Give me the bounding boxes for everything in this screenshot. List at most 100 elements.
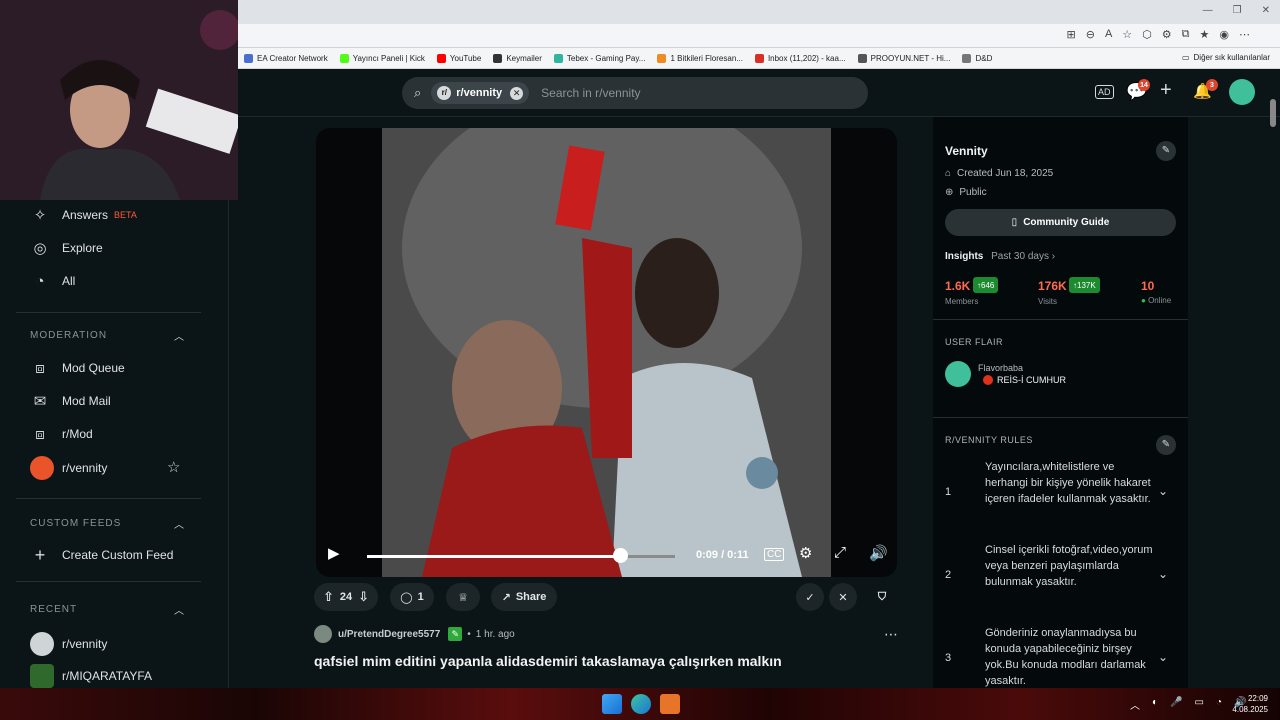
rule-item[interactable]: 1 Yayıncılara,whitelistlere ve herhangi …	[945, 459, 1178, 529]
bookmark-item[interactable]: Keymailer	[493, 53, 542, 63]
minimize-icon[interactable]: —	[1203, 5, 1213, 16]
bookmark-item[interactable]: Tebex - Gaming Pay...	[553, 53, 645, 63]
chevron-down-icon[interactable]: ⌄	[1158, 567, 1168, 581]
bookmark-item[interactable]: 1 Bitkileri Floresan...	[657, 53, 743, 63]
award-icon: ♕	[458, 591, 468, 604]
scrollbar-thumb[interactable]	[1270, 99, 1276, 127]
rule-text: Yayıncılara,whitelistlere ve herhangi bi…	[985, 461, 1151, 505]
search-bar[interactable]: ⌕ r/ r/vennity ✕ Search in r/vennity	[402, 77, 868, 109]
page-scrollbar[interactable]	[1266, 99, 1280, 688]
nav-explore[interactable]: ◎ Explore	[30, 238, 102, 258]
bookmark-item[interactable]: Inbox (11,202) - kaa...	[754, 53, 846, 63]
search-icon: ⌕	[414, 85, 422, 100]
app-icon[interactable]	[660, 694, 680, 714]
nav-answers[interactable]: ✧ Answers BETA	[30, 205, 137, 225]
windows-start-icon[interactable]	[602, 694, 622, 714]
more-menu-icon[interactable]: ⋯	[1239, 28, 1250, 41]
remove-button[interactable]: ✕	[829, 583, 857, 611]
zoom-icon[interactable]: ⊖	[1086, 28, 1095, 41]
captions-icon[interactable]: CC	[764, 548, 785, 561]
other-bookmarks[interactable]: ▭ Diğer sık kullanılanlar	[1182, 53, 1270, 62]
post-title[interactable]: qafsiel mim editini yapanla alidasdemiri…	[314, 653, 914, 669]
microphone-icon[interactable]: 🎤	[1170, 697, 1182, 712]
notification-badge: 3	[1206, 79, 1218, 91]
bookmark-favicon-icon	[962, 53, 972, 63]
upvote-icon[interactable]: ⇧	[323, 589, 334, 605]
favorite-star-icon[interactable]: ☆	[1122, 28, 1132, 41]
fullscreen-icon[interactable]: ⤢	[834, 544, 846, 561]
bookmark-item[interactable]: EA Creator Network	[244, 53, 328, 63]
apps-icon[interactable]: ⊞	[1067, 28, 1076, 41]
edit-pencil-icon[interactable]: ✎	[1156, 141, 1176, 161]
extensions-icon[interactable]: ⚙	[1162, 28, 1172, 41]
read-aloud-icon[interactable]: A	[1105, 28, 1112, 41]
nav-mod-queue[interactable]: ⧈ Mod Queue	[30, 358, 125, 378]
tray-app-icon[interactable]: ◐	[1152, 697, 1158, 712]
split-screen-icon[interactable]: ⧉	[1182, 28, 1190, 41]
edit-pencil-icon[interactable]: ✎	[1156, 435, 1176, 455]
close-window-icon[interactable]: ✕	[1262, 5, 1270, 16]
favorites-icon[interactable]: ★	[1200, 28, 1210, 41]
bookmark-item[interactable]: D&D	[962, 53, 992, 63]
custom-feeds-heading: CUSTOM FEEDS	[30, 518, 122, 529]
chevron-down-icon[interactable]: ⌄	[1158, 650, 1168, 664]
video-scrubber[interactable]	[612, 548, 628, 563]
recent-item-vennity[interactable]: r/vennity	[30, 632, 107, 656]
chevron-up-icon[interactable]: ︿	[174, 602, 184, 617]
chevron-up-icon[interactable]: ︿	[174, 328, 184, 343]
settings-gear-icon[interactable]: ⚙	[799, 544, 812, 562]
nav-r-vennity[interactable]: r/vennity	[30, 456, 107, 480]
post-overflow-icon[interactable]: ⋯	[884, 626, 898, 643]
post-author[interactable]: u/PretendDegree5577	[338, 629, 440, 640]
extension-icon[interactable]: ⬡	[1142, 28, 1152, 41]
recent-item-miqaratayfa[interactable]: r/MIQARATAYFA	[30, 664, 152, 688]
post-age: 1 hr. ago	[475, 628, 515, 640]
favorite-star-icon[interactable]: ☆	[167, 458, 180, 476]
online-dot-icon: ●	[1141, 296, 1146, 305]
restore-icon[interactable]: ❐	[1233, 5, 1242, 16]
chevron-up-icon[interactable]: ︿	[1130, 697, 1140, 712]
chevron-up-icon[interactable]: ︿	[174, 516, 184, 531]
rule-item[interactable]: 2 Cinsel içerikli fotoğraf,video,yorum v…	[945, 542, 1178, 612]
nav-mod-queue-label: Mod Queue	[62, 361, 125, 375]
created-date: Created Jun 18, 2025	[957, 168, 1054, 179]
bookmark-item[interactable]: Yayıncı Paneli | Kick	[339, 53, 425, 63]
create-post-icon[interactable]: +	[1160, 79, 1172, 102]
nav-r-mod[interactable]: ⧈ r/Mod	[30, 424, 92, 444]
tray-clock[interactable]: 22:09 4.08.2025	[1232, 693, 1268, 715]
bookmark-item[interactable]: PROOYUN.NET - Hi...	[857, 53, 950, 63]
insights-row[interactable]: Insights Past 30 days ›	[945, 251, 1055, 262]
subreddit-search-chip[interactable]: r/ r/vennity ✕	[431, 82, 530, 104]
bookmark-item[interactable]: YouTube	[436, 53, 482, 63]
bookmark-favicon-icon	[857, 53, 867, 63]
community-guide-button[interactable]: ▯ Community Guide	[945, 209, 1176, 236]
nav-all[interactable]: ◔ All	[30, 271, 75, 291]
edge-browser-icon[interactable]	[631, 694, 651, 714]
chevron-down-icon[interactable]: ⌄	[1158, 484, 1168, 498]
bookmarks-bar: EA Creator Network Yayıncı Paneli | Kick Y…	[238, 48, 1280, 69]
play-icon[interactable]: ▶	[328, 544, 340, 562]
video-progress-track[interactable]	[367, 555, 675, 558]
bookmark-label: YouTube	[449, 53, 482, 63]
clear-chip-icon[interactable]: ✕	[510, 86, 524, 100]
mod-shield-button[interactable]: ⛉	[868, 583, 896, 611]
user-avatar[interactable]	[1229, 79, 1255, 105]
nav-mod-mail[interactable]: ✉ Mod Mail	[30, 391, 111, 411]
video-player[interactable]: ▶ 0:09 / 0:11 CC ⚙ ⤢ 🔊	[316, 128, 897, 577]
rule-item[interactable]: 3 Gönderiniz onaylanmadıysa bu konuda ya…	[945, 625, 1178, 688]
ad-icon[interactable]: AD	[1095, 85, 1114, 99]
create-custom-feed[interactable]: + Create Custom Feed	[30, 545, 174, 565]
profile-icon[interactable]: ◉	[1219, 28, 1229, 41]
downvote-icon[interactable]: ⇩	[358, 589, 369, 605]
volume-icon[interactable]: 🔊	[869, 544, 888, 562]
author-avatar[interactable]	[314, 625, 332, 643]
comment-icon: ◯	[400, 591, 413, 604]
flair-tag[interactable]: REİS-İ CUMHUR	[983, 375, 1066, 385]
award-button[interactable]: ♕	[446, 583, 480, 611]
approve-button[interactable]: ✓	[796, 583, 824, 611]
share-button[interactable]: ↗ Share	[491, 583, 557, 611]
wifi-icon[interactable]: ◔	[1216, 697, 1222, 712]
display-icon[interactable]: ▭	[1195, 697, 1204, 712]
nav-answers-label: Answers	[62, 208, 109, 222]
comments-button[interactable]: ◯ 1	[390, 583, 434, 611]
